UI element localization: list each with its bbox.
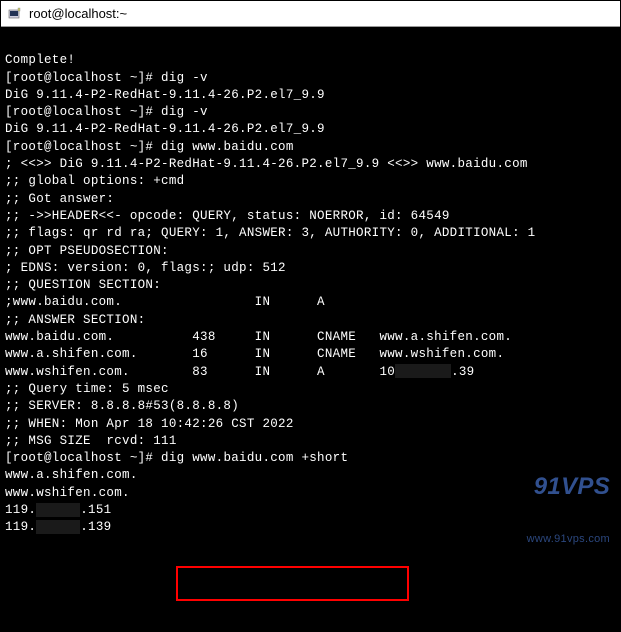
ip-partial: 119. (5, 503, 36, 517)
terminal-line: ;; ->>HEADER<<- opcode: QUERY, status: N… (5, 208, 616, 225)
ip-partial: .139 (80, 520, 111, 534)
terminal-line: ;www.baidu.com. IN A (5, 294, 616, 311)
terminal-line: ;; QUESTION SECTION: (5, 277, 616, 294)
terminal-line: www.wshifen.com. 83 IN A 10 .39 (5, 364, 616, 381)
terminal-line: DiG 9.11.4-P2-RedHat-9.11.4-26.P2.el7_9.… (5, 121, 616, 138)
answer-row-partial: www.wshifen.com. 83 IN A 10 (5, 365, 395, 379)
shell-command: dig -v (161, 71, 208, 85)
terminal-line: www.a.shifen.com. 16 IN CNAME www.wshife… (5, 346, 616, 363)
terminal-line: DiG 9.11.4-P2-RedHat-9.11.4-26.P2.el7_9.… (5, 87, 616, 104)
terminal-line: [root@localhost ~]# dig www.baidu.com +s… (5, 450, 616, 467)
shell-prompt: [root@localhost ~]# (5, 140, 161, 154)
terminal-line: ; EDNS: version: 0, flags:; udp: 512 (5, 260, 616, 277)
terminal-line: 119. .139 (5, 519, 616, 536)
terminal-line: ;; OPT PSEUDOSECTION: (5, 243, 616, 260)
window-title: root@localhost:~ (29, 6, 127, 21)
shell-prompt: [root@localhost ~]# (5, 71, 161, 85)
terminal-line: ;; Got answer: (5, 191, 616, 208)
terminal-output[interactable]: Complete![root@localhost ~]# dig -vDiG 9… (1, 27, 620, 631)
terminal-line: 119. .151 (5, 502, 616, 519)
terminal-line: ;; SERVER: 8.8.8.8#53(8.8.8.8) (5, 398, 616, 415)
terminal-line: ;; Query time: 5 msec (5, 381, 616, 398)
terminal-line: Complete! (5, 52, 616, 69)
terminal-line: [root@localhost ~]# dig -v (5, 104, 616, 121)
terminal-line: www.wshifen.com. (5, 485, 616, 502)
terminal-line: ;; MSG SIZE rcvd: 111 (5, 433, 616, 450)
terminal-line: ;; ANSWER SECTION: (5, 312, 616, 329)
window-title-bar: root@localhost:~ (1, 1, 620, 27)
terminal-line: [root@localhost ~]# dig www.baidu.com (5, 139, 616, 156)
shell-prompt: [root@localhost ~]# (5, 105, 161, 119)
shell-command: dig -v (161, 105, 208, 119)
terminal-line: ; <<>> DiG 9.11.4-P2-RedHat-9.11.4-26.P2… (5, 156, 616, 173)
terminal-line: www.a.shifen.com. (5, 467, 616, 484)
answer-row-partial: .39 (451, 365, 474, 379)
terminal-line: [root@localhost ~]# dig -v (5, 70, 616, 87)
ip-partial: 119. (5, 520, 36, 534)
terminal-line: ;; global options: +cmd (5, 173, 616, 190)
redacted-ip (36, 503, 80, 517)
redacted-ip (36, 520, 80, 534)
highlight-box (176, 566, 409, 601)
shell-command: dig www.baidu.com +short (161, 451, 348, 465)
terminal-line: www.baidu.com. 438 IN CNAME www.a.shifen… (5, 329, 616, 346)
shell-command: dig www.baidu.com (161, 140, 294, 154)
ip-partial: .151 (80, 503, 111, 517)
terminal-line: ;; WHEN: Mon Apr 18 10:42:26 CST 2022 (5, 416, 616, 433)
shell-prompt: [root@localhost ~]# (5, 451, 161, 465)
putty-icon (7, 6, 23, 22)
redacted-ip (395, 364, 451, 378)
terminal-line: ;; flags: qr rd ra; QUERY: 1, ANSWER: 3,… (5, 225, 616, 242)
